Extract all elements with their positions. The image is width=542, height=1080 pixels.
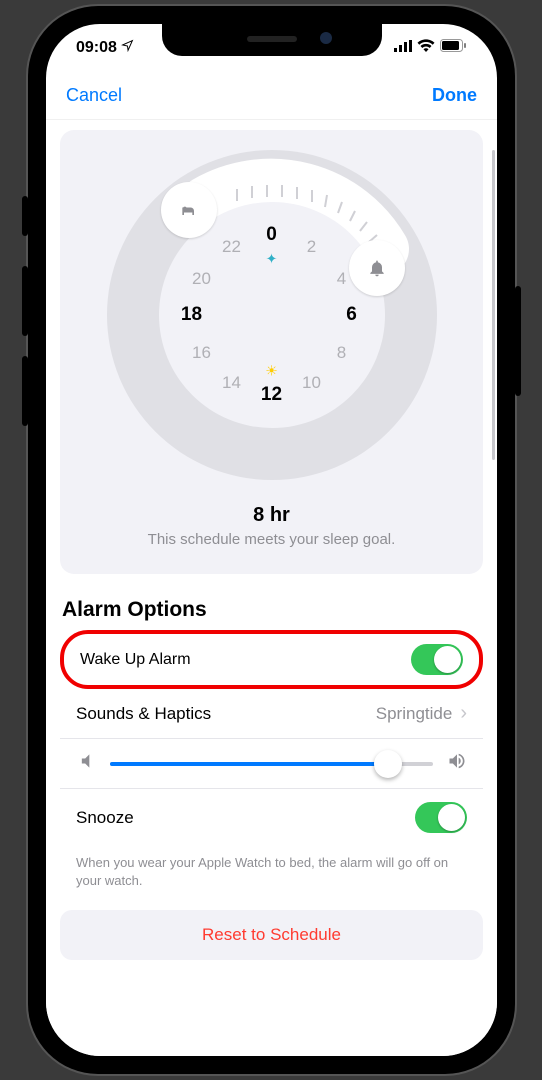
location-icon — [121, 39, 134, 57]
sleep-dial-card: 0 2 4 6 8 10 12 14 16 18 20 22 ✦ — [60, 130, 483, 574]
nav-bar: Cancel Done — [46, 72, 497, 120]
snooze-label: Snooze — [76, 808, 134, 828]
duration-caption: This schedule meets your sleep goal. — [78, 531, 465, 548]
notch — [162, 24, 382, 56]
battery-icon — [440, 39, 467, 57]
scrollbar[interactable] — [492, 150, 495, 460]
content-scroll[interactable]: 0 2 4 6 8 10 12 14 16 18 20 22 ✦ — [46, 120, 497, 1056]
wake-up-alarm-toggle[interactable] — [411, 644, 463, 675]
bedtime-handle[interactable] — [161, 182, 217, 238]
apple-watch-note: When you wear your Apple Watch to bed, t… — [60, 846, 483, 906]
sounds-haptics-row[interactable]: Sounds & Haptics Springtide › — [60, 689, 483, 739]
done-button[interactable]: Done — [432, 85, 477, 106]
sleep-dial[interactable]: 0 2 4 6 8 10 12 14 16 18 20 22 ✦ — [107, 150, 437, 480]
volume-up — [22, 266, 28, 336]
sounds-haptics-label: Sounds & Haptics — [76, 704, 211, 724]
alarm-options-title: Alarm Options — [62, 598, 481, 622]
wake-up-alarm-row[interactable]: Wake Up Alarm — [60, 630, 483, 689]
volume-slider[interactable] — [110, 762, 433, 766]
wake-up-alarm-label: Wake Up Alarm — [80, 651, 191, 669]
volume-slider-row — [60, 739, 483, 789]
snooze-row[interactable]: Snooze — [60, 789, 483, 846]
volume-down — [22, 356, 28, 426]
volume-slider-thumb[interactable] — [374, 750, 402, 778]
wifi-icon — [417, 39, 435, 57]
cellular-icon — [394, 39, 412, 57]
snooze-toggle[interactable] — [415, 802, 467, 833]
wake-handle[interactable] — [349, 240, 405, 296]
screen: 09:08 Cancel Done — [46, 24, 497, 1056]
chevron-right-icon: › — [460, 702, 467, 725]
alarm-options-group: Wake Up Alarm Sounds & Haptics Springtid… — [60, 630, 483, 846]
reset-to-schedule-button[interactable]: Reset to Schedule — [60, 910, 483, 960]
power-button — [515, 286, 521, 396]
sun-icon: ☀ — [265, 363, 278, 380]
volume-low-icon — [76, 751, 96, 776]
duration-value: 8 hr — [78, 504, 465, 527]
mute-switch — [22, 196, 28, 236]
cancel-button[interactable]: Cancel — [66, 85, 122, 106]
star-icon: ✦ — [266, 251, 278, 268]
status-time: 09:08 — [76, 39, 117, 57]
sounds-value: Springtide — [376, 704, 453, 724]
phone-frame: 09:08 Cancel Done — [28, 6, 515, 1074]
volume-high-icon — [447, 751, 467, 776]
